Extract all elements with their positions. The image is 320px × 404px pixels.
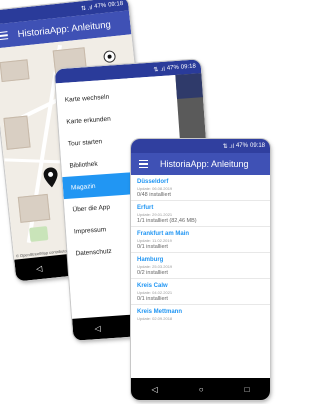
city-name: Hamburg [137,257,164,263]
battery-level: 47% [235,143,248,149]
signal-icon: ⇅ .ıl [153,66,166,74]
list-item[interactable]: Hamburg Update: 25.03.2019 0/2 installie… [131,253,270,279]
menu-icon[interactable] [0,30,9,41]
home-icon[interactable]: ○ [199,385,204,394]
update-date: Update: 02.09.2018 [137,316,173,321]
back-icon[interactable]: ◁ [94,323,101,332]
update-date: Update: 04.02.2021 [137,290,173,295]
recents-icon[interactable]: □ [245,385,250,394]
back-icon[interactable]: ◁ [152,385,158,394]
city-name: Erfurt [137,205,154,211]
list-item[interactable]: Frankfurt am Main Update: 11.02.2019 0/1… [131,227,270,253]
battery-level: 47% [166,64,180,72]
list-item[interactable]: Erfurt Update: 29.01.2021 1/1 installier… [131,201,270,227]
city-name: Frankfurt am Main [137,231,190,237]
clock: 09:18 [107,0,124,9]
clock: 09:18 [249,143,265,149]
app-title: HistoriaApp: Anleitung [17,18,112,40]
signal-icon: ⇅ .ıl [222,143,234,150]
update-date: Update: 25.03.2019 [137,264,173,269]
update-date: Update: 29.01.2021 [137,212,173,217]
menu-icon[interactable] [139,159,148,169]
status-bar: ⇅ .ıl 47% 09:18 [131,139,270,153]
signal-icon: ⇅ .ıl [80,4,93,12]
install-status: 0/48 installiert [137,192,171,198]
install-status: 1/1 installiert (82,46 MB) [137,218,197,224]
phone-magazine-screen: ⇅ .ıl 47% 09:18 HistoriaApp: Anleitung D… [131,139,270,400]
list-item[interactable]: Kreis Calw Update: 04.02.2021 0/1 instal… [131,279,270,305]
install-status: 0/1 installiert [137,244,168,250]
install-status: 0/1 installiert [137,296,168,302]
app-title: HistoriaApp: Anleitung [160,159,249,169]
city-name: Düsseldorf [137,179,169,185]
list-item[interactable]: Kreis Mettmann Update: 02.09.2018 [131,305,270,323]
city-name: Kreis Mettmann [137,309,183,315]
update-date: Update: 06.08.2019 [137,186,173,191]
city-list: Düsseldorf Update: 06.08.2019 0/48 insta… [131,175,270,323]
clock: 09:18 [180,63,197,71]
city-name: Kreis Calw [137,283,168,289]
location-pin-icon[interactable] [43,167,60,193]
list-item[interactable]: Düsseldorf Update: 06.08.2019 0/48 insta… [131,175,270,201]
app-bar: HistoriaApp: Anleitung [131,153,270,175]
update-date: Update: 11.02.2019 [137,238,172,243]
nav-bar: ◁ ○ □ [131,378,270,400]
install-status: 0/2 installiert [137,270,168,276]
my-location-icon[interactable] [103,50,117,64]
back-icon[interactable]: ◁ [36,263,43,273]
battery-level: 47% [93,2,107,10]
